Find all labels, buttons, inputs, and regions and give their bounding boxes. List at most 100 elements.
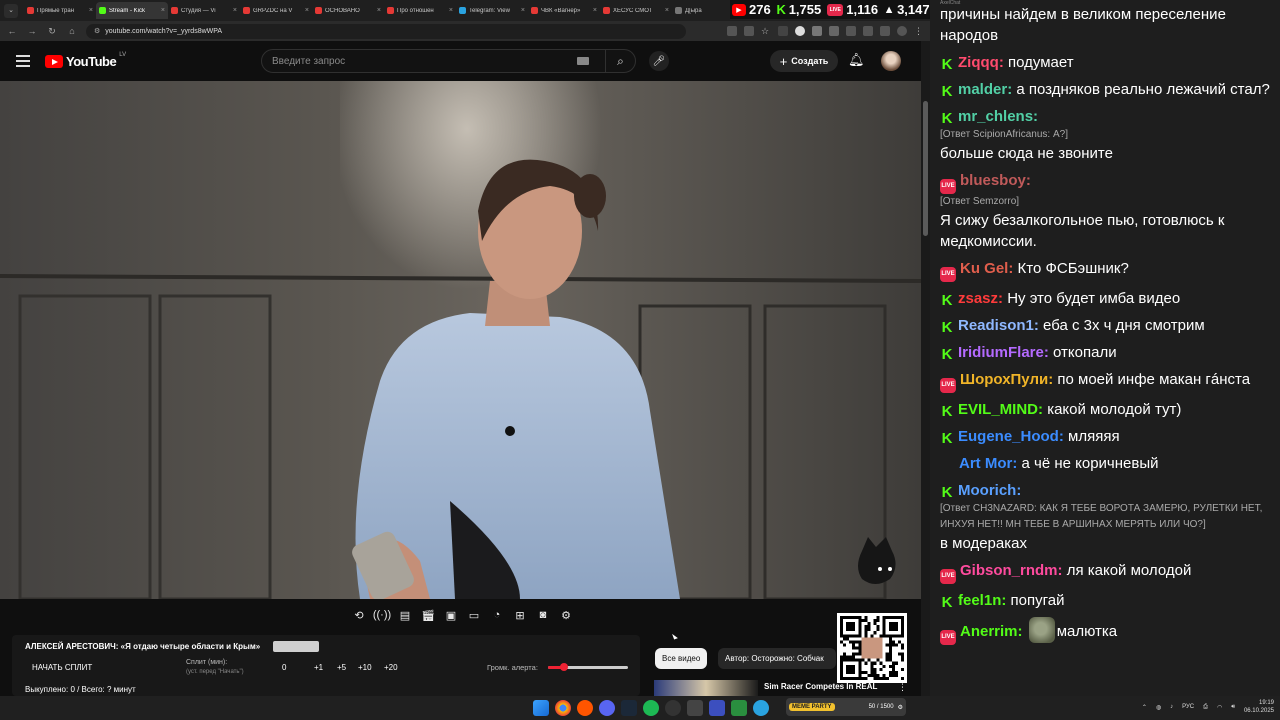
speedometer-icon[interactable]: ◔: [488, 606, 507, 624]
split-value-input[interactable]: 0: [282, 663, 286, 672]
bookmark-star-icon[interactable]: ☆: [761, 26, 771, 36]
chat-username[interactable]: Moorich:: [958, 482, 1021, 499]
subtitles-icon[interactable]: ▤: [396, 606, 415, 624]
chrome-icon[interactable]: [555, 700, 571, 716]
obs-icon[interactable]: [665, 700, 681, 716]
profile-icon[interactable]: [897, 26, 907, 36]
sound-icon[interactable]: ♪: [1170, 704, 1173, 710]
tab-close-icon[interactable]: ×: [665, 7, 669, 14]
sidebar-icon[interactable]: [880, 26, 890, 36]
loop-icon[interactable]: ⟲: [350, 606, 369, 624]
account-avatar[interactable]: [881, 51, 901, 71]
spotify-icon[interactable]: [643, 700, 659, 716]
chat-username[interactable]: Readison1:: [958, 317, 1039, 334]
chat-username[interactable]: feel1n:: [958, 592, 1006, 609]
browser-tab[interactable]: Про отношен ×: [384, 2, 456, 19]
menu-dots-icon[interactable]: ⋮: [914, 26, 924, 36]
reload-icon[interactable]: ↻: [46, 26, 58, 37]
download-icon[interactable]: [863, 26, 873, 36]
search-icon[interactable]: ⌕: [605, 50, 635, 72]
screenshot-icon[interactable]: ◙: [534, 606, 553, 624]
scrollbar-thumb[interactable]: [923, 101, 928, 236]
picture-in-picture-icon[interactable]: ▣: [442, 606, 461, 624]
tab-close-icon[interactable]: ×: [305, 7, 309, 14]
chat-username[interactable]: Ziqqq:: [958, 54, 1004, 71]
search-box[interactable]: Введите запрос ⌕: [261, 49, 636, 73]
browser-tab[interactable]: Прямые тран ×: [24, 2, 96, 19]
extension-4-icon[interactable]: [829, 26, 839, 36]
volume-icon[interactable]: 🔊︎: [1231, 704, 1235, 711]
back-icon[interactable]: ←: [6, 26, 18, 36]
split-plus-5-button[interactable]: +5: [337, 663, 346, 672]
search-input[interactable]: Введите запрос: [272, 56, 577, 67]
chat-username[interactable]: Anerrim:: [960, 623, 1023, 640]
chat-username[interactable]: ШорохПули:: [960, 371, 1053, 388]
tab-close-icon[interactable]: ×: [377, 7, 381, 14]
tab-close-icon[interactable]: ×: [89, 7, 93, 14]
video-player[interactable]: [0, 81, 921, 599]
tab-close-icon[interactable]: ×: [233, 7, 237, 14]
app-icon-2[interactable]: [709, 700, 725, 716]
tab-close-icon[interactable]: ×: [449, 7, 453, 14]
puzzle-icon[interactable]: [846, 26, 856, 36]
tab-close-icon[interactable]: ×: [593, 7, 597, 14]
broadcast-icon[interactable]: ((·)): [373, 606, 392, 624]
browser-tab[interactable]: ХЕСУС СМОТ ×: [600, 2, 672, 19]
tab-search-button[interactable]: ⌄: [4, 3, 18, 18]
browser-tab[interactable]: Студия — Vi ×: [168, 2, 240, 19]
windows-start-icon[interactable]: [533, 700, 549, 716]
chat-username[interactable]: mr_chlens:: [958, 108, 1038, 125]
extension-1-icon[interactable]: [778, 26, 788, 36]
chat-username[interactable]: Ku Gel:: [960, 260, 1013, 277]
start-split-button[interactable]: НАЧАТЬ СПЛИТ: [32, 663, 92, 672]
app-icon-3[interactable]: [731, 700, 747, 716]
next-video-title[interactable]: Sim Racer Competes In REAL: [764, 682, 877, 691]
meme-party-widget[interactable]: MEME PARTY 50 / 1500 ⚙: [786, 698, 906, 716]
browser-tab[interactable]: Telegram: View ×: [456, 2, 528, 19]
keyboard-icon[interactable]: [577, 57, 589, 65]
app-icon-1[interactable]: [687, 700, 703, 716]
site-info-icon[interactable]: ⚙: [94, 27, 100, 35]
chat-username[interactable]: malder:: [958, 81, 1012, 98]
page-scrollbar[interactable]: [921, 41, 930, 696]
cast-icon[interactable]: [727, 26, 737, 36]
add-box-icon[interactable]: ⊞: [511, 606, 530, 624]
alert-volume-knob[interactable]: [560, 663, 568, 671]
network-icon[interactable]: ◍: [1156, 704, 1161, 711]
forward-icon[interactable]: →: [26, 26, 38, 36]
more-options-icon[interactable]: ⋮: [898, 682, 907, 693]
tray-up-icon[interactable]: ⌃: [1142, 704, 1147, 711]
voice-search-icon[interactable]: 🎤︎: [649, 51, 669, 71]
zoom-icon[interactable]: [744, 26, 754, 36]
meme-party-settings-icon[interactable]: ⚙: [898, 704, 903, 711]
chat-username[interactable]: Gibson_rndm:: [960, 562, 1063, 579]
theater-icon[interactable]: ▭: [465, 606, 484, 624]
next-video-thumbnail[interactable]: [654, 680, 758, 696]
create-button[interactable]: + Создать: [770, 50, 838, 72]
chip-all-videos[interactable]: Все видео: [655, 648, 708, 669]
youtube-logo[interactable]: YouTube LV: [45, 52, 126, 69]
chat-username[interactable]: Art Mor:: [959, 455, 1017, 472]
browser-tab[interactable]: Stream - Kick ×: [96, 2, 168, 19]
tab-close-icon[interactable]: ×: [161, 7, 165, 14]
chat-username[interactable]: EVIL_MIND:: [958, 401, 1043, 418]
discord-icon[interactable]: [599, 700, 615, 716]
steam-icon[interactable]: [621, 700, 637, 716]
tab-close-icon[interactable]: ×: [521, 7, 525, 14]
chat-username[interactable]: IridiumFlare:: [958, 344, 1049, 361]
notifications-bell-icon[interactable]: 🔔︎: [848, 52, 865, 68]
settings-icon[interactable]: ⚙: [557, 606, 576, 624]
split-plus-10-button[interactable]: +10: [358, 663, 372, 672]
chip-author[interactable]: Автор: Осторожно: Собчак: [718, 648, 836, 669]
split-plus-1-button[interactable]: +1: [314, 663, 323, 672]
chat-username[interactable]: zsasz:: [958, 290, 1003, 307]
browser-tab[interactable]: ОСНОВАНО ×: [312, 2, 384, 19]
url-field[interactable]: ⚙ youtube.com/watch?v=_yyrds8wWPA: [86, 23, 686, 39]
clapper-icon[interactable]: 🎬︎: [419, 606, 438, 624]
wifi-icon[interactable]: ◠: [1217, 704, 1222, 711]
clock[interactable]: 19:19 06.10.2025: [1244, 699, 1274, 715]
chat-username[interactable]: bluesboy:: [960, 172, 1031, 189]
split-plus-20-button[interactable]: +20: [384, 663, 398, 672]
telegram-icon[interactable]: [753, 700, 769, 716]
menu-hamburger-icon[interactable]: [16, 55, 30, 67]
